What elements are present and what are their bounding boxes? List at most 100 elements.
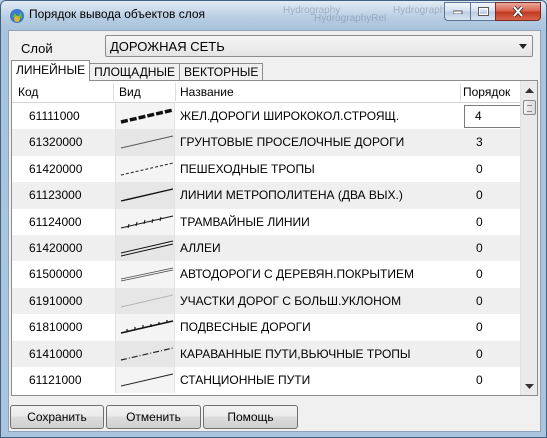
dialog-body: Слой ДОРОЖНАЯ СЕТЬ ЛИНЕЙНЫЕ ПЛОЩАДНЫЕ ВЕ… <box>8 30 541 432</box>
help-button[interactable]: Помощь <box>203 405 298 429</box>
table-row[interactable]: 61410000 КАРАВАННЫЕ ПУТИ,ВЬЮЧНЫЕ ТРОПЫ 0 <box>12 340 520 367</box>
table-row[interactable]: 61123000 ЛИНИИ МЕТРОПОЛИТЕНА (ДВА ВЫХ.) 0 <box>12 182 520 209</box>
close-button[interactable] <box>495 2 541 21</box>
line-style-icon <box>120 320 174 334</box>
table-row[interactable]: 61111000 ЖЕЛ.ДОРОГИ ШИРОКОКОЛ.СТРОЯЩ. 4 <box>12 103 526 130</box>
table-row[interactable]: 61810000 ПОДВЕСНЫЕ ДОРОГИ 0 <box>12 314 520 341</box>
line-style-icon <box>120 373 174 387</box>
line-style-preview <box>115 287 175 315</box>
row-order[interactable]: 0 <box>476 294 483 308</box>
row-name: ПЕШЕХОДНЫЕ ТРОПЫ <box>180 161 315 176</box>
table-row[interactable]: 61910000 УЧАСТКИ ДОРОГ С БОЛЬШ.УКЛОНОМ 0 <box>12 287 520 315</box>
objects-table: Код Вид Название Порядок 61111000 ЖЕЛ.ДОР… <box>11 80 538 396</box>
line-style-preview <box>115 129 175 156</box>
order-input[interactable]: 4 <box>464 105 526 128</box>
row-code: 61124000 <box>29 214 82 229</box>
row-order[interactable]: 0 <box>476 188 483 202</box>
column-header-view[interactable]: Вид <box>119 85 141 99</box>
row-order[interactable]: 0 <box>476 267 483 281</box>
line-style-preview <box>115 103 175 130</box>
row-code: 61111000 <box>29 109 80 123</box>
tab-vector[interactable]: ВЕКТОРНЫЕ <box>179 63 264 81</box>
table-row[interactable]: 61500000 АВТОДОРОГИ С ДЕРЕВЯН.ПОКРЫТИЕМ 0 <box>12 261 520 288</box>
line-style-preview <box>115 340 175 367</box>
cancel-button[interactable]: Отменить <box>106 405 201 429</box>
layer-select-value: ДОРОЖНАЯ СЕТЬ <box>110 39 225 54</box>
title-bar[interactable]: Hydrography HydrographyRel Hydrography П… <box>1 1 546 29</box>
row-order[interactable]: 0 <box>476 215 483 229</box>
row-code: 61420000 <box>29 240 83 255</box>
row-code: 61810000 <box>29 320 83 335</box>
save-button[interactable]: Сохранить <box>10 405 104 429</box>
row-code: 61123000 <box>29 188 82 203</box>
line-style-preview <box>115 366 175 394</box>
window-title: Порядок вывода объектов слоя <box>29 7 206 21</box>
line-style-preview <box>115 155 175 183</box>
maximize-button[interactable] <box>470 2 496 21</box>
line-style-preview <box>115 261 175 288</box>
background-window-text: Hydrography <box>393 5 451 16</box>
table-header: Код Вид Название Порядок <box>12 81 520 103</box>
row-code: 61121000 <box>29 372 82 387</box>
row-code: 61910000 <box>29 293 83 308</box>
layer-select[interactable]: ДОРОЖНАЯ СЕТЬ <box>105 35 533 57</box>
tab-areal[interactable]: ПЛОЩАДНЫЕ <box>89 63 180 81</box>
column-header-order[interactable]: Порядок <box>463 85 510 99</box>
row-name: АВТОДОРОГИ С ДЕРЕВЯН.ПОКРЫТИЕМ <box>180 267 414 282</box>
row-name: СТАНЦИОННЫЕ ПУТИ <box>180 372 311 387</box>
tab-strip: ЛИНЕЙНЫЕ ПЛОЩАДНЫЕ ВЕКТОРНЫЕ <box>11 60 264 81</box>
scroll-thumb[interactable] <box>523 100 536 115</box>
line-style-icon <box>120 162 174 176</box>
table-row[interactable]: 61420000 АЛЛЕИ 0 <box>12 234 520 262</box>
minimize-icon <box>452 10 462 14</box>
chevron-down-icon <box>519 44 527 49</box>
row-order[interactable]: 0 <box>476 162 483 176</box>
row-name: ЖЕЛ.ДОРОГИ ШИРОКОКОЛ.СТРОЯЩ. <box>180 109 400 123</box>
line-style-icon <box>120 267 174 282</box>
layer-label: Слой <box>21 41 53 56</box>
line-style-preview <box>115 314 175 341</box>
row-order[interactable]: 0 <box>476 241 483 255</box>
row-name: ТРАМВАЙНЫЕ ЛИНИИ <box>180 214 310 229</box>
line-style-preview <box>115 234 175 262</box>
table-row[interactable]: 61121000 СТАНЦИОННЫЕ ПУТИ 0 <box>12 366 520 394</box>
row-order[interactable]: 0 <box>476 347 483 361</box>
row-code: 61500000 <box>29 267 83 282</box>
scroll-down-button[interactable] <box>522 378 537 394</box>
maximize-icon <box>477 7 489 16</box>
row-name: АЛЛЕИ <box>180 240 221 255</box>
line-style-icon <box>120 188 174 202</box>
line-style-icon <box>120 215 174 229</box>
line-style-preview <box>115 208 175 235</box>
background-window-text: HydrographyRel <box>314 13 387 24</box>
row-name: КАРАВАННЫЕ ПУТИ,ВЬЮЧНЫЕ ТРОПЫ <box>180 346 411 361</box>
tab-linear[interactable]: ЛИНЕЙНЫЕ <box>11 60 91 81</box>
line-style-icon <box>120 346 174 361</box>
table-row[interactable]: 61320000 ГРУНТОВЫЕ ПРОСЕЛОЧНЫЕ ДОРОГИ 3 <box>12 129 520 156</box>
row-name: ГРУНТОВЫЕ ПРОСЕЛОЧНЫЕ ДОРОГИ <box>180 135 405 150</box>
dialog-window: Hydrography HydrographyRel Hydrography П… <box>0 0 547 438</box>
table-body: 61111000 ЖЕЛ.ДОРОГИ ШИРОКОКОЛ.СТРОЯЩ. 4 613… <box>12 103 526 394</box>
row-order[interactable]: 3 <box>476 135 483 149</box>
vertical-scrollbar[interactable] <box>520 81 537 395</box>
column-header-code[interactable]: Код <box>18 85 38 99</box>
table-row[interactable]: 61124000 ТРАМВАЙНЫЕ ЛИНИИ 0 <box>12 208 520 235</box>
row-order[interactable]: 0 <box>476 320 483 334</box>
table-row[interactable]: 61420000 ПЕШЕХОДНЫЕ ТРОПЫ 0 <box>12 155 520 183</box>
scroll-up-button[interactable] <box>522 82 537 98</box>
row-name: ПОДВЕСНЫЕ ДОРОГИ <box>180 320 311 335</box>
app-icon <box>9 8 25 24</box>
chevron-down-icon <box>525 383 534 389</box>
row-name: УЧАСТКИ ДОРОГ С БОЛЬШ.УКЛОНОМ <box>180 293 402 308</box>
line-style-icon <box>120 240 174 257</box>
column-header-name[interactable]: Название <box>180 85 234 99</box>
row-code: 61420000 <box>29 161 83 176</box>
button-bar: Сохранить Отменить Помощь <box>9 405 540 431</box>
close-icon <box>512 6 524 17</box>
line-style-icon <box>120 135 174 149</box>
minimize-button[interactable] <box>444 2 471 21</box>
line-style-icon <box>120 294 174 308</box>
row-order[interactable]: 0 <box>476 373 483 387</box>
row-code: 61410000 <box>29 346 83 361</box>
line-style-preview <box>115 182 175 209</box>
